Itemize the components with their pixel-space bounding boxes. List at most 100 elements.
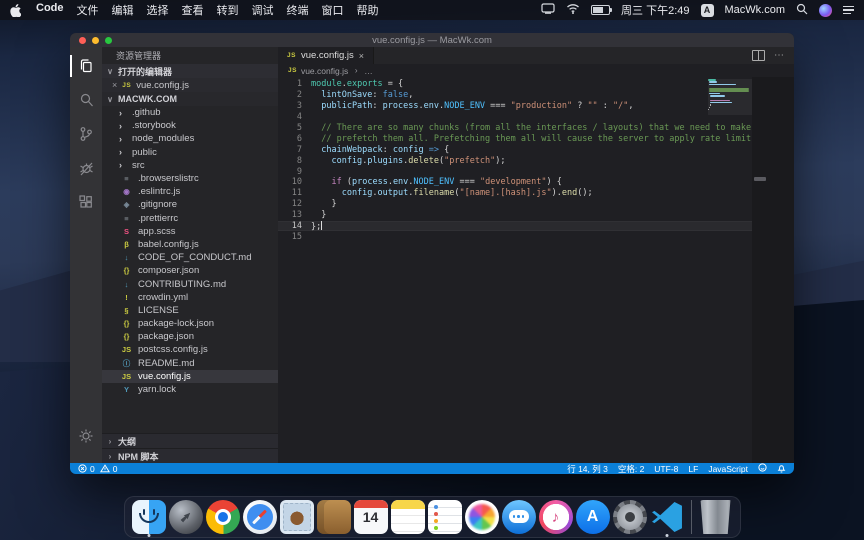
menu-item-3[interactable]: 选择 xyxy=(147,2,169,18)
menu-item-5[interactable]: 转到 xyxy=(217,2,239,18)
file-yarn.lock[interactable]: Yyarn.lock xyxy=(102,383,278,396)
file-package-lock.json[interactable]: {}package-lock.json xyxy=(102,317,278,330)
extensions-icon[interactable] xyxy=(70,187,102,217)
folder-.storybook[interactable]: ›.storybook xyxy=(102,119,278,132)
file-name: composer.json xyxy=(138,265,199,276)
file-composer.json[interactable]: {}composer.json xyxy=(102,264,278,277)
dock-vscode-icon[interactable] xyxy=(650,500,684,534)
folder-public[interactable]: ›public xyxy=(102,146,278,159)
dock-notes-icon[interactable] xyxy=(391,500,425,534)
file-vue.config.js[interactable]: JSvue.config.js xyxy=(102,370,278,383)
siri-icon[interactable] xyxy=(819,4,832,17)
file-CONTRIBUTING.md[interactable]: ↓CONTRIBUTING.md xyxy=(102,277,278,290)
folder-src[interactable]: ›src xyxy=(102,159,278,172)
npm-scripts-section-header[interactable]: › NPM 脚本 xyxy=(102,448,278,463)
minimize-window-button[interactable] xyxy=(92,37,99,44)
menu-item-9[interactable]: 帮助 xyxy=(357,2,379,18)
language-mode[interactable]: JavaScript xyxy=(708,464,748,474)
dock-preferences-icon[interactable] xyxy=(613,500,647,534)
menu-item-6[interactable]: 调试 xyxy=(252,2,274,18)
notifications-bell-icon[interactable] xyxy=(777,463,786,475)
debug-icon[interactable] xyxy=(70,153,102,183)
dock-finder-icon[interactable] xyxy=(132,500,166,534)
code-editor[interactable]: 1module.exports = {2 lintOnSave: false,3… xyxy=(278,77,794,463)
apple-menu-icon[interactable] xyxy=(10,3,22,17)
file-.browserslistrc[interactable]: ≡.browserslistrc xyxy=(102,172,278,185)
dock-reminders-icon[interactable] xyxy=(428,500,462,534)
dock-calendar-icon[interactable]: 14 xyxy=(354,500,388,534)
open-editors-header[interactable]: ∨ 打开的编辑器 xyxy=(102,64,278,78)
project-root-header[interactable]: ∨ MACWK.COM xyxy=(102,92,278,106)
explorer-icon[interactable] xyxy=(70,51,102,81)
zoom-window-button[interactable] xyxy=(105,37,112,44)
warnings-indicator[interactable]: 0 xyxy=(100,464,118,474)
window-title-bar[interactable]: vue.config.js — MacWk.com xyxy=(70,33,794,47)
line-content: publicPath: process.env.NODE_ENV === "pr… xyxy=(311,101,634,111)
more-actions-icon[interactable]: ⋯ xyxy=(774,53,785,58)
encoding[interactable]: UTF-8 xyxy=(654,464,678,474)
eol-sequence[interactable]: LF xyxy=(688,464,698,474)
folder-node_modules[interactable]: ›node_modules xyxy=(102,132,278,145)
running-indicator-dot xyxy=(147,534,150,537)
folder-.github[interactable]: ›.github xyxy=(102,106,278,119)
file-crowdin.yml[interactable]: !crowdin.yml xyxy=(102,291,278,304)
scrollbar-gutter[interactable] xyxy=(752,77,794,463)
errors-indicator[interactable]: 0 xyxy=(78,464,95,474)
file-.eslintrc.js[interactable]: ◉.eslintrc.js xyxy=(102,185,278,198)
split-editor-icon[interactable] xyxy=(752,50,765,61)
dock-itunes-icon[interactable]: ♪ xyxy=(539,500,573,534)
file-babel.config.js[interactable]: βbabel.config.js xyxy=(102,238,278,251)
dock-safari-icon[interactable] xyxy=(243,500,277,534)
notification-center-icon[interactable] xyxy=(843,6,854,15)
feedback-smiley-icon[interactable] xyxy=(758,463,767,474)
close-window-button[interactable] xyxy=(79,37,86,44)
dock-mail-icon[interactable] xyxy=(280,500,314,534)
input-method-badge[interactable]: A xyxy=(701,4,714,17)
outline-section-header[interactable]: › 大纲 xyxy=(102,433,278,448)
menu-item-0[interactable]: Code xyxy=(36,2,64,18)
tab-vue-config-js[interactable]: JS vue.config.js × xyxy=(278,47,374,64)
dock-contacts-icon[interactable] xyxy=(317,500,351,534)
file-name: vue.config.js xyxy=(138,371,191,382)
menu-item-4[interactable]: 查看 xyxy=(182,2,204,18)
menu-item-1[interactable]: 文件 xyxy=(77,2,99,18)
minimap[interactable] xyxy=(708,79,752,463)
indentation[interactable]: 空格: 2 xyxy=(618,463,644,475)
file-postcss.config.js[interactable]: JSpostcss.config.js xyxy=(102,343,278,356)
dock-messages-icon[interactable] xyxy=(502,500,536,534)
search-icon[interactable] xyxy=(70,85,102,115)
file-.prettierrc[interactable]: ≡.prettierrc xyxy=(102,212,278,225)
dock-launchpad-icon[interactable] xyxy=(169,500,203,534)
menu-item-8[interactable]: 窗口 xyxy=(322,2,344,18)
file-package.json[interactable]: {}package.json xyxy=(102,330,278,343)
dock-chrome-icon[interactable] xyxy=(206,500,240,534)
settings-gear-icon[interactable] xyxy=(70,421,102,451)
line-content: config.plugins.delete("prefetch"); xyxy=(311,156,506,166)
minimap-line xyxy=(710,95,725,97)
close-tab-icon[interactable]: × xyxy=(359,51,364,61)
battery-icon[interactable] xyxy=(591,5,610,15)
menu-site-label[interactable]: MacWk.com xyxy=(725,4,786,16)
file-.gitignore[interactable]: ◈.gitignore xyxy=(102,198,278,211)
breadcrumb[interactable]: JS vue.config.js › … xyxy=(278,64,794,77)
menu-item-7[interactable]: 终端 xyxy=(287,2,309,18)
dock-app-store-icon[interactable]: A xyxy=(576,500,610,534)
file-app.scss[interactable]: Sapp.scss xyxy=(102,225,278,238)
menu-clock[interactable]: 周三 下午2:49 xyxy=(621,2,689,18)
wifi-icon[interactable] xyxy=(566,3,580,17)
spotlight-search-icon[interactable] xyxy=(796,3,808,18)
dock-photos-icon[interactable] xyxy=(465,500,499,534)
source-control-icon[interactable] xyxy=(70,119,102,149)
display-icon[interactable] xyxy=(541,3,555,17)
close-icon[interactable]: × xyxy=(112,80,117,90)
cursor-position[interactable]: 行 14, 列 3 xyxy=(567,463,608,475)
file-CODE_OF_CONDUCT.md[interactable]: ↓CODE_OF_CONDUCT.md xyxy=(102,251,278,264)
scrollbar-thumb[interactable] xyxy=(754,177,766,181)
dock-trash-icon[interactable] xyxy=(699,500,733,534)
file-README.md[interactable]: ⓘREADME.md xyxy=(102,357,278,370)
open-editor-item[interactable]: × JS vue.config.js xyxy=(102,78,278,92)
menu-item-2[interactable]: 编辑 xyxy=(112,2,134,18)
license-icon: § xyxy=(120,306,133,315)
js-file-icon: JS xyxy=(122,82,131,89)
file-LICENSE[interactable]: §LICENSE xyxy=(102,304,278,317)
